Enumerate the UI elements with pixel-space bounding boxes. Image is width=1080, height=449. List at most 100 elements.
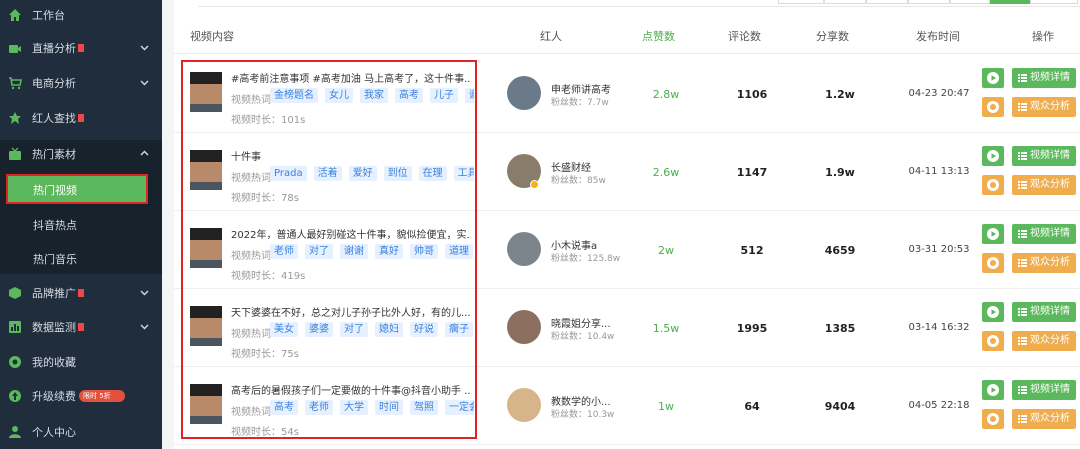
video-detail-button[interactable]: 视频详情: [1012, 146, 1076, 166]
hot-word-tag[interactable]: 大学: [340, 400, 368, 415]
hot-word-tag[interactable]: 对了: [305, 244, 333, 259]
hot-word-tag[interactable]: 金榜题名: [270, 88, 318, 103]
video-detail-button[interactable]: 视频详情: [1012, 380, 1076, 400]
hot-word-tag[interactable]: 谢谢: [465, 88, 474, 103]
sidebar-item-ecommerce[interactable]: 电商分析: [0, 69, 162, 97]
audience-analysis-button[interactable]: 观众分析: [1012, 97, 1076, 117]
header-likes[interactable]: 点赞数: [642, 28, 675, 44]
sidebar-item-hot-material[interactable]: 热门素材: [0, 140, 162, 168]
chevron-down-icon: [140, 45, 149, 51]
hot-word-tag[interactable]: 高考: [395, 88, 423, 103]
influencer-name[interactable]: 长盛财经: [551, 159, 591, 174]
video-thumbnail[interactable]: [190, 384, 222, 424]
video-thumbnail[interactable]: [190, 150, 222, 190]
hot-word-tag[interactable]: 女儿: [325, 88, 353, 103]
hot-word-tag[interactable]: 时间: [375, 400, 403, 415]
hot-word-tag[interactable]: 一定会: [445, 400, 474, 415]
avatar[interactable]: [507, 76, 541, 110]
hot-word-tag[interactable]: 到位: [383, 166, 412, 181]
hot-word-tag[interactable]: 好说: [410, 322, 438, 337]
play-button[interactable]: [982, 224, 1004, 244]
sidebar-item-brand[interactable]: 品牌推广: [0, 279, 162, 307]
header-published[interactable]: 发布时间: [916, 28, 960, 44]
video-camera-icon: [9, 45, 21, 53]
play-button[interactable]: [982, 146, 1004, 166]
hot-word-tag[interactable]: 谢谢: [340, 244, 368, 259]
video-detail-button[interactable]: 视频详情: [1012, 302, 1076, 322]
audience-analysis-button[interactable]: 观众分析: [1012, 253, 1076, 273]
sidebar: 工作台 直播分析 电商分析 红人查找 热门素材 热门视频 抖音热点 热门音乐 品…: [0, 0, 162, 449]
record-button[interactable]: [982, 253, 1004, 273]
hot-word-tag[interactable]: 驾照: [410, 400, 438, 415]
video-title[interactable]: 高考后的暑假孩子们一定要做的十件事@抖音小助手 ...: [231, 382, 471, 397]
sidebar-item-influencer[interactable]: 红人查找: [0, 104, 162, 132]
play-button[interactable]: [982, 380, 1004, 400]
hot-word-tag[interactable]: 爱好: [348, 166, 377, 181]
hot-word-tag[interactable]: 道理: [445, 244, 473, 259]
sidebar-item-profile[interactable]: 个人中心: [0, 418, 162, 446]
hot-word-tag[interactable]: 活着: [313, 166, 342, 181]
video-detail-button[interactable]: 视频详情: [1012, 224, 1076, 244]
record-button[interactable]: [982, 175, 1004, 195]
hot-word-tag[interactable]: 工具: [453, 166, 474, 181]
filter-tab[interactable]: [1030, 0, 1078, 4]
avatar[interactable]: [507, 310, 541, 344]
audience-analysis-button[interactable]: 观众分析: [1012, 409, 1076, 429]
hot-word-tag[interactable]: 对了: [340, 322, 368, 337]
record-button[interactable]: [982, 97, 1004, 117]
audience-analysis-button[interactable]: 观众分析: [1012, 331, 1076, 351]
influencer-name[interactable]: 晓霞姐分享...: [551, 315, 611, 330]
hot-word-tag[interactable]: 老师: [305, 400, 333, 415]
video-detail-button[interactable]: 视频详情: [1012, 68, 1076, 88]
sidebar-item-monitor[interactable]: 数据监测: [0, 313, 162, 341]
hot-word-tag[interactable]: 在理: [418, 166, 447, 181]
play-button[interactable]: [982, 68, 1004, 88]
video-title[interactable]: 天下婆婆在不好，总之对儿子孙子比外人好，有的儿...: [231, 304, 471, 319]
hot-word-tag[interactable]: 儿子: [430, 88, 458, 103]
filter-tab[interactable]: [908, 0, 950, 4]
record-button[interactable]: [982, 331, 1004, 351]
video-title[interactable]: 十件事: [231, 148, 471, 163]
hot-word-tag[interactable]: 瘸子: [445, 322, 473, 337]
record-icon: [987, 335, 999, 347]
filter-tab[interactable]: [950, 0, 990, 4]
filter-tab[interactable]: [866, 0, 908, 4]
hot-flag-icon: [78, 289, 84, 297]
video-thumbnail[interactable]: [190, 306, 222, 346]
filter-tab[interactable]: [824, 0, 866, 4]
avatar[interactable]: [507, 232, 541, 266]
hot-word-tag[interactable]: Prada: [270, 166, 307, 181]
hot-word-tag[interactable]: 老师: [270, 244, 298, 259]
hot-words: Prada 活着 爱好 到位 在理 工具: [270, 166, 474, 182]
header-comments[interactable]: 评论数: [728, 28, 761, 44]
sidebar-item-hot-video[interactable]: 热门视频: [6, 174, 148, 204]
video-thumbnail[interactable]: [190, 72, 222, 112]
hot-word-tag[interactable]: 婆婆: [305, 322, 333, 337]
sidebar-item-workbench[interactable]: 工作台: [0, 1, 162, 29]
filter-tab-active[interactable]: [990, 0, 1030, 4]
sidebar-item-live[interactable]: 直播分析: [0, 34, 162, 62]
hot-word-tag[interactable]: 媳妇: [375, 322, 403, 337]
publish-time: 04-11 13:13: [908, 166, 970, 177]
audience-analysis-button[interactable]: 观众分析: [1012, 175, 1076, 195]
hot-word-tag[interactable]: 真好: [375, 244, 403, 259]
influencer-name[interactable]: 教数学的小...: [551, 393, 611, 408]
video-title[interactable]: #高考前注意事项 #高考加油 马上高考了，这十件事...: [231, 70, 471, 85]
influencer-name[interactable]: 小木说事a: [551, 237, 597, 252]
play-button[interactable]: [982, 302, 1004, 322]
influencer-name[interactable]: 申老师讲高考: [551, 81, 611, 96]
avatar[interactable]: [507, 388, 541, 422]
filter-tab[interactable]: [778, 0, 824, 4]
hot-word-tag[interactable]: 高考: [270, 400, 298, 415]
header-shares[interactable]: 分享数: [816, 28, 849, 44]
record-icon: [987, 413, 999, 425]
hot-word-tag[interactable]: 帅哥: [410, 244, 438, 259]
video-thumbnail[interactable]: [190, 228, 222, 268]
sidebar-item-favorites[interactable]: 我的收藏: [0, 348, 162, 376]
sidebar-item-douyin-hot[interactable]: 抖音热点: [0, 210, 162, 238]
hot-word-tag[interactable]: 我家: [360, 88, 388, 103]
sidebar-item-hot-music[interactable]: 热门音乐: [0, 244, 162, 272]
video-title[interactable]: 2022年，普通人最好别碰这十件事，貌似捡便宜，实...: [231, 226, 471, 241]
record-button[interactable]: [982, 409, 1004, 429]
hot-word-tag[interactable]: 美女: [270, 322, 298, 337]
